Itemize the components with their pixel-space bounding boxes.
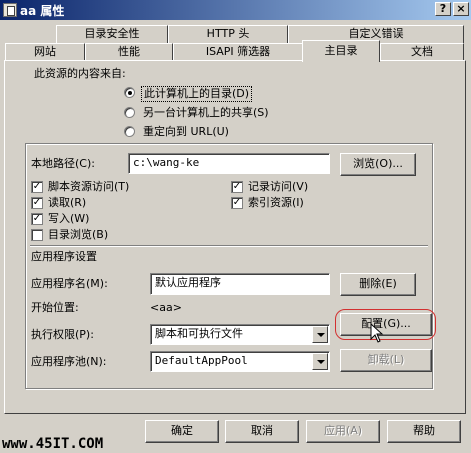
tab-performance[interactable]: 性能 xyxy=(85,43,173,61)
app-name-input[interactable]: 默认应用程序 xyxy=(150,273,330,295)
local-path-label: 本地路径(C): xyxy=(31,157,95,170)
tab-isapi-filters[interactable]: ISAPI 筛选器 xyxy=(173,43,303,61)
app-pool-dropdown-icon[interactable] xyxy=(312,353,328,370)
radio-local-directory-label[interactable]: 此计算机上的目录(D) xyxy=(141,86,253,102)
ok-button[interactable]: 确定 xyxy=(145,420,219,443)
watermark: www.45IT.COM xyxy=(2,436,104,452)
content-source-heading: 此资源的内容来自: xyxy=(34,67,126,80)
checkbox-index-resource-label[interactable]: 索引资源(I) xyxy=(248,196,304,210)
window-title: aa 属性 xyxy=(20,4,65,18)
exec-perm-dropdown-icon[interactable] xyxy=(312,326,328,343)
app-settings-heading: 应用程序设置 xyxy=(31,250,97,263)
mouse-cursor-icon xyxy=(370,323,384,343)
radio-network-share-label[interactable]: 另一台计算机上的共享(S) xyxy=(143,106,269,120)
help-button[interactable]: 帮助 xyxy=(387,420,461,443)
radio-local-directory[interactable] xyxy=(124,87,135,98)
checkbox-write-label[interactable]: 写入(W) xyxy=(48,212,89,226)
radio-network-share[interactable] xyxy=(124,107,135,118)
app-pool-label: 应用程序池(N): xyxy=(31,355,107,368)
start-point-value: <aa> xyxy=(150,301,182,314)
tab-website[interactable]: 网站 xyxy=(5,43,85,61)
checkbox-script-source-access[interactable]: ✓ xyxy=(31,181,43,193)
exec-perm-label: 执行权限(P): xyxy=(31,328,94,341)
checkbox-log-visits-label[interactable]: 记录访问(V) xyxy=(248,180,308,194)
app-pool-select[interactable]: DefaultAppPool xyxy=(150,351,330,372)
cancel-button[interactable]: 取消 xyxy=(225,420,299,443)
checkbox-script-source-access-label[interactable]: 脚本资源访问(T) xyxy=(48,180,129,194)
properties-icon xyxy=(3,3,17,17)
checkbox-index-resource[interactable]: ✓ xyxy=(231,197,243,209)
checkbox-read-label[interactable]: 读取(R) xyxy=(48,196,86,210)
app-name-label: 应用程序名(M): xyxy=(31,277,108,290)
separator xyxy=(30,245,428,247)
start-point-label: 开始位置: xyxy=(31,301,79,314)
highlight-ring xyxy=(335,309,436,340)
apply-button[interactable]: 应用(A) xyxy=(306,420,380,443)
tab-documents[interactable]: 文档 xyxy=(380,43,464,61)
checkbox-directory-browsing[interactable] xyxy=(31,229,43,241)
tab-directory-security[interactable]: 目录安全性 xyxy=(56,25,168,43)
exec-perm-select[interactable]: 脚本和可执行文件 xyxy=(150,324,330,345)
unload-button[interactable]: 卸载(L) xyxy=(340,349,432,372)
local-path-input[interactable]: c:\wang-ke xyxy=(128,153,330,174)
tab-home-directory[interactable]: 主目录 xyxy=(302,40,380,62)
checkbox-read[interactable]: ✓ xyxy=(31,197,43,209)
radio-redirect-url-label[interactable]: 重定向到 URL(U) xyxy=(143,125,229,139)
remove-button[interactable]: 删除(E) xyxy=(340,273,416,296)
radio-redirect-url[interactable] xyxy=(124,126,135,137)
tab-http-headers[interactable]: HTTP 头 xyxy=(168,25,288,43)
title-bar[interactable]: aa 属性 ? × xyxy=(0,0,471,20)
help-title-button[interactable]: ? xyxy=(435,2,451,16)
checkbox-log-visits[interactable]: ✓ xyxy=(231,181,243,193)
checkbox-directory-browsing-label[interactable]: 目录浏览(B) xyxy=(48,228,108,242)
close-title-button[interactable]: × xyxy=(453,2,469,16)
browse-button[interactable]: 浏览(O)... xyxy=(340,153,416,176)
checkbox-write[interactable]: ✓ xyxy=(31,213,43,225)
